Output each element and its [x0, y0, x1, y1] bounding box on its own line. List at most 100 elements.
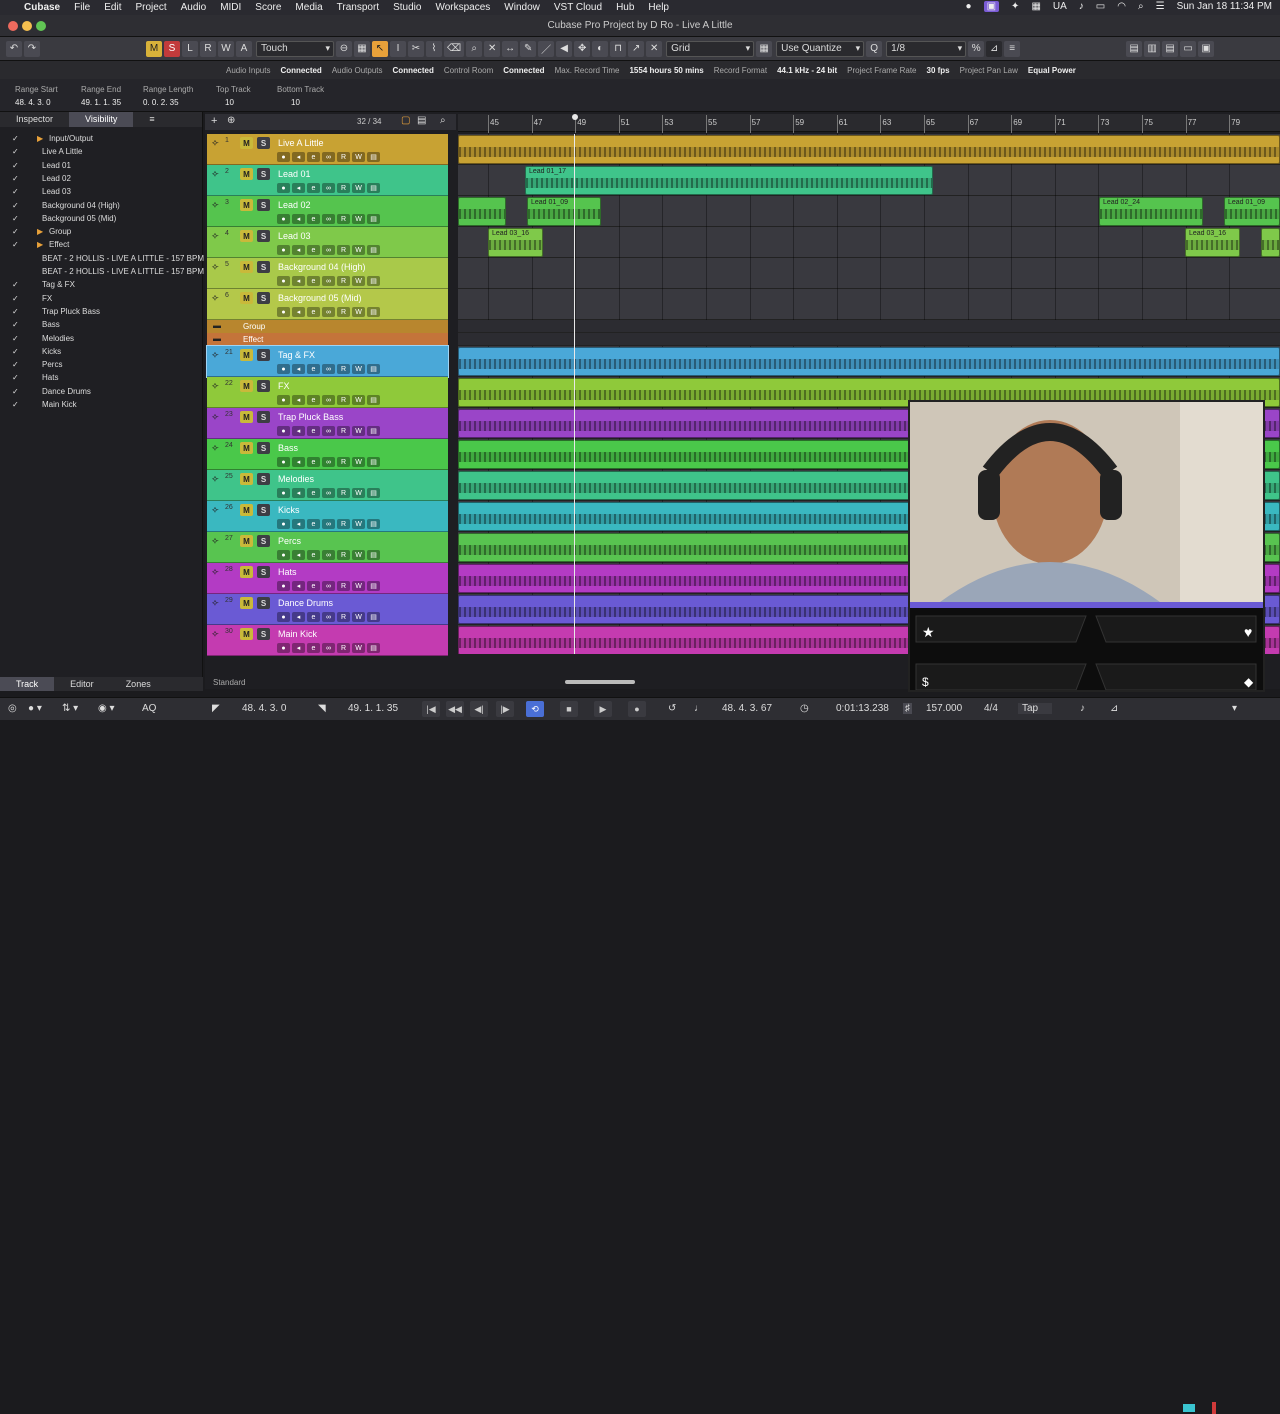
close-window-button[interactable] [8, 21, 18, 31]
menu-project[interactable]: Project [135, 2, 166, 13]
track-lane[interactable]: Lead 01_09 Lead 02_24 Lead 01_09 [458, 196, 1280, 227]
line-tool-icon[interactable]: ／ [538, 40, 555, 57]
quantize-mode-select[interactable]: Use Quantize [776, 40, 865, 57]
layout-left-zone-icon[interactable]: ▥ [1144, 40, 1161, 57]
top-track-value[interactable]: 10 [216, 98, 251, 107]
bottom-track-value[interactable]: 10 [277, 98, 324, 107]
track-settings-icon[interactable]: ▤ [367, 612, 380, 622]
write-automation-button[interactable]: W [352, 276, 365, 286]
track-solo-button[interactable]: S [257, 535, 270, 547]
visibility-checkbox[interactable]: ✓ [12, 147, 19, 156]
lane-icon[interactable]: ∞ [322, 612, 335, 622]
track-settings-icon[interactable]: ▤ [367, 488, 380, 498]
track-name[interactable]: Background 04 (High) [278, 262, 366, 272]
record-enable-icon[interactable]: ● [277, 307, 290, 317]
top-track[interactable]: Top Track 10 [216, 85, 251, 107]
visibility-row[interactable]: ✓ Main Kick [0, 399, 203, 412]
monitor-icon[interactable]: ◂ [292, 612, 305, 622]
visibility-checkbox[interactable]: ✓ [12, 134, 19, 143]
visibility-checkbox[interactable]: ✓ [12, 280, 19, 289]
track-name[interactable]: Melodies [278, 474, 314, 484]
media-bay-icon[interactable]: ▤ [1126, 40, 1143, 57]
lane-icon[interactable]: ∞ [322, 519, 335, 529]
marker-icon[interactable]: ⊿ [1110, 703, 1118, 714]
folder-icon[interactable]: ▬ [213, 321, 221, 330]
next-marker-icon[interactable]: |▶ [496, 701, 514, 717]
track-lane[interactable] [458, 258, 1280, 289]
write-automation-button[interactable]: W [352, 457, 365, 467]
bottom-track[interactable]: Bottom Track 10 [277, 85, 324, 107]
visibility-checkbox[interactable]: ✓ [12, 347, 19, 356]
track-solo-button[interactable]: S [257, 199, 270, 211]
automation-mode-select[interactable]: Touch [256, 40, 334, 57]
write-automation-button[interactable]: W [352, 519, 365, 529]
write-automation-button[interactable]: W [352, 307, 365, 317]
track-settings-icon[interactable]: ▤ [367, 152, 380, 162]
read-automation-button[interactable]: R [337, 457, 350, 467]
folder-icon[interactable]: ▬ [213, 334, 221, 343]
grid-icon[interactable]: ▦ [354, 40, 370, 57]
folder-lane[interactable] [458, 320, 1280, 333]
visibility-row[interactable]: ✓ Bass [0, 319, 203, 332]
play-icon[interactable]: ▶ [594, 701, 612, 717]
folder-expand-icon[interactable]: ▶ [37, 134, 43, 143]
track-settings-icon[interactable]: ▤ [367, 395, 380, 405]
record-mode-icon[interactable]: ● ▾ [28, 703, 42, 714]
clock[interactable]: Sun Jan 18 11:34 PM [1177, 1, 1272, 12]
automation-a-button[interactable]: A [236, 40, 252, 57]
add-track-icon[interactable]: + [211, 115, 217, 127]
track-name[interactable]: Lead 02 [278, 200, 311, 210]
write-automation-button[interactable]: W [352, 643, 365, 653]
track-name[interactable]: Lead 03 [278, 231, 311, 241]
edit-instrument-icon[interactable]: e [307, 364, 320, 374]
position-time-value[interactable]: 0:01:13.238 [836, 703, 889, 714]
visibility-row[interactable]: ✓ Lead 02 [0, 173, 203, 186]
folder-track[interactable]: ▬ Effect [207, 333, 448, 346]
monitor-icon[interactable]: ◂ [292, 519, 305, 529]
folder-lane[interactable] [458, 333, 1280, 346]
visibility-row[interactable]: ✓ Tag & FX [0, 279, 203, 292]
track-name[interactable]: Main Kick [278, 629, 317, 639]
track-header[interactable]: ⟣ 25 M S Melodies ● ◂ e ∞ R W ▤ [207, 470, 448, 501]
read-automation-button[interactable]: R [337, 152, 350, 162]
horizontal-scrollbar[interactable] [565, 680, 635, 684]
play-tool-icon[interactable]: ◀ [556, 40, 573, 57]
lane-icon[interactable]: ∞ [322, 550, 335, 560]
edit-instrument-icon[interactable]: e [307, 183, 320, 193]
track-solo-button[interactable]: S [257, 261, 270, 273]
right-locator-value[interactable]: 49. 1. 1. 35 [348, 703, 398, 714]
visibility-checkbox[interactable]: ✓ [12, 400, 19, 409]
frame-rate-value[interactable]: 30 fps [927, 66, 950, 75]
monitor-icon[interactable]: ◂ [292, 152, 305, 162]
track-solo-button[interactable]: S [257, 230, 270, 242]
lane-icon[interactable]: ∞ [322, 426, 335, 436]
track-solo-button[interactable]: S [257, 411, 270, 423]
track-header[interactable]: ⟣ 27 M S Percs ● ◂ e ∞ R W ▤ [207, 532, 448, 563]
track-solo-button[interactable]: S [257, 504, 270, 516]
monitor-icon[interactable]: ◂ [292, 395, 305, 405]
menu-hub[interactable]: Hub [616, 2, 634, 13]
cycle-icon[interactable]: ⟲ [526, 701, 544, 717]
tab-visibility[interactable]: Visibility [69, 112, 134, 127]
track-header[interactable]: ⟣ 26 M S Kicks ● ◂ e ∞ R W ▤ [207, 501, 448, 532]
menu-score[interactable]: Score [255, 2, 281, 13]
menu-midi[interactable]: MIDI [220, 2, 241, 13]
audio-event[interactable] [1261, 228, 1280, 257]
layout-lower-zone-icon[interactable]: ▭ [1180, 40, 1197, 57]
track-name[interactable]: Trap Pluck Bass [278, 412, 343, 422]
screen-share-icon[interactable]: ▣ [983, 1, 1000, 12]
record-enable-icon[interactable]: ● [277, 364, 290, 374]
track-solo-button[interactable]: S [257, 168, 270, 180]
track-name[interactable]: Percs [278, 536, 301, 546]
edit-instrument-icon[interactable]: e [307, 307, 320, 317]
track-solo-button[interactable]: S [257, 137, 270, 149]
edit-instrument-icon[interactable]: e [307, 214, 320, 224]
menu-transport[interactable]: Transport [337, 2, 379, 13]
lane-icon[interactable]: ∞ [322, 307, 335, 317]
ruler-cursor-marker[interactable] [572, 114, 578, 120]
read-automation-button[interactable]: R [337, 276, 350, 286]
redo-icon[interactable]: ↷ [24, 40, 40, 57]
edit-instrument-icon[interactable]: e [307, 395, 320, 405]
monitor-icon[interactable]: ◂ [292, 581, 305, 591]
clock-icon[interactable]: ◷ [800, 703, 809, 714]
